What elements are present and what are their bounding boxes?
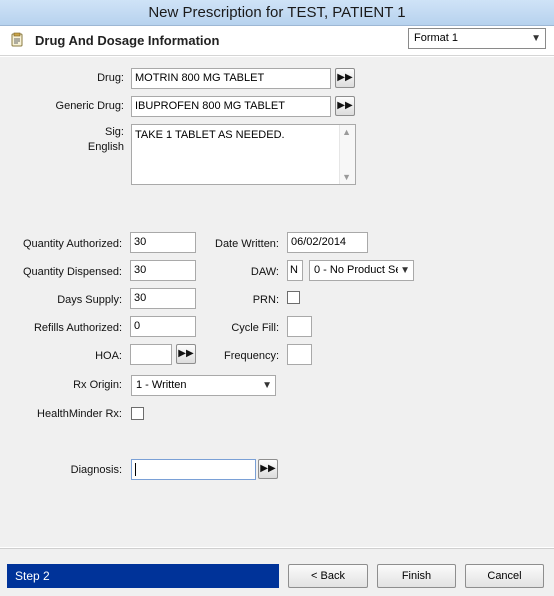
- rx-origin-select[interactable]: 1 - Written ▼: [131, 375, 276, 396]
- cycle-fill-label: Cycle Fill:: [231, 322, 279, 334]
- generic-drug-lookup-button[interactable]: ▶▶: [335, 96, 355, 116]
- daw-code-field[interactable]: N: [287, 260, 303, 281]
- refills-authorized-label: Refills Authorized:: [33, 322, 122, 334]
- diagnosis-field[interactable]: [131, 459, 256, 480]
- fast-forward-icon: ▶▶: [178, 348, 194, 359]
- format-select[interactable]: Format 1 ▼: [408, 28, 546, 49]
- format-select-value: Format 1: [414, 32, 459, 44]
- chevron-down-icon: ▼: [260, 376, 272, 395]
- back-button[interactable]: < Back: [288, 564, 368, 588]
- days-supply-label: Days Supply:: [57, 294, 122, 306]
- fast-forward-icon: ▶▶: [337, 72, 353, 83]
- finish-button[interactable]: Finish: [377, 564, 456, 588]
- diagnosis-lookup-button[interactable]: ▶▶: [258, 459, 278, 479]
- frequency-field[interactable]: [287, 344, 312, 365]
- sig-text: TAKE 1 TABLET AS NEEDED.: [135, 129, 285, 141]
- hoa-lookup-button[interactable]: ▶▶: [176, 344, 196, 364]
- drug-label: Drug:: [97, 72, 124, 84]
- sig-language-label: English: [87, 141, 124, 153]
- daw-select[interactable]: 0 - No Product Se ▼: [309, 260, 414, 281]
- sig-label: Sig:: [105, 126, 124, 138]
- daw-label: DAW:: [250, 266, 279, 278]
- prn-label: PRN:: [252, 294, 279, 306]
- scroll-down-icon[interactable]: ▼: [342, 172, 351, 182]
- prn-checkbox[interactable]: [287, 291, 300, 304]
- window-title: New Prescription for TEST, PATIENT 1: [0, 0, 554, 26]
- chevron-down-icon: ▼: [531, 33, 541, 44]
- quantity-dispensed-label: Quantity Dispensed:: [22, 266, 122, 278]
- quantity-authorized-label: Quantity Authorized:: [22, 238, 122, 250]
- healthminder-label: HealthMinder Rx:: [37, 408, 122, 420]
- step-indicator: Step 2: [7, 564, 279, 588]
- rx-origin-label: Rx Origin:: [73, 379, 122, 391]
- scroll-up-icon[interactable]: ▲: [342, 127, 351, 137]
- prescription-icon: [11, 32, 23, 47]
- sig-scrollbar[interactable]: ▲ ▼: [339, 125, 355, 184]
- days-supply-field[interactable]: 30: [130, 288, 196, 309]
- date-written-field[interactable]: 06/02/2014: [287, 232, 368, 253]
- quantity-authorized-field[interactable]: 30: [130, 232, 196, 253]
- fast-forward-icon: ▶▶: [260, 463, 276, 474]
- healthminder-checkbox[interactable]: [131, 407, 144, 420]
- diagnosis-label: Diagnosis:: [70, 464, 122, 476]
- quantity-dispensed-field[interactable]: 30: [130, 260, 196, 281]
- hoa-label: HOA:: [95, 350, 122, 362]
- generic-drug-field[interactable]: IBUPROFEN 800 MG TABLET: [131, 96, 331, 117]
- frequency-label: Frequency:: [223, 350, 279, 362]
- cancel-button[interactable]: Cancel: [465, 564, 544, 588]
- date-written-label: Date Written:: [215, 238, 279, 250]
- rx-origin-value: 1 - Written: [136, 379, 187, 391]
- daw-select-value: 0 - No Product Se: [314, 264, 402, 276]
- generic-drug-label: Generic Drug:: [55, 100, 124, 112]
- form-panel: Drug: MOTRIN 800 MG TABLET ▶▶ Generic Dr…: [0, 57, 554, 547]
- cycle-fill-field[interactable]: [287, 316, 312, 337]
- chevron-down-icon: ▼: [398, 261, 410, 280]
- refills-authorized-field[interactable]: 0: [130, 316, 196, 337]
- hoa-field[interactable]: [130, 344, 172, 365]
- wizard-footer: Step 2 < Back Finish Cancel: [0, 548, 554, 596]
- sig-textarea[interactable]: TAKE 1 TABLET AS NEEDED. ▲ ▼: [131, 124, 356, 185]
- fast-forward-icon: ▶▶: [337, 100, 353, 111]
- section-header: Drug And Dosage Information Format 1 ▼: [0, 26, 554, 56]
- drug-lookup-button[interactable]: ▶▶: [335, 68, 355, 88]
- section-title: Drug And Dosage Information: [35, 33, 220, 48]
- text-cursor: [135, 462, 136, 476]
- drug-field[interactable]: MOTRIN 800 MG TABLET: [131, 68, 331, 89]
